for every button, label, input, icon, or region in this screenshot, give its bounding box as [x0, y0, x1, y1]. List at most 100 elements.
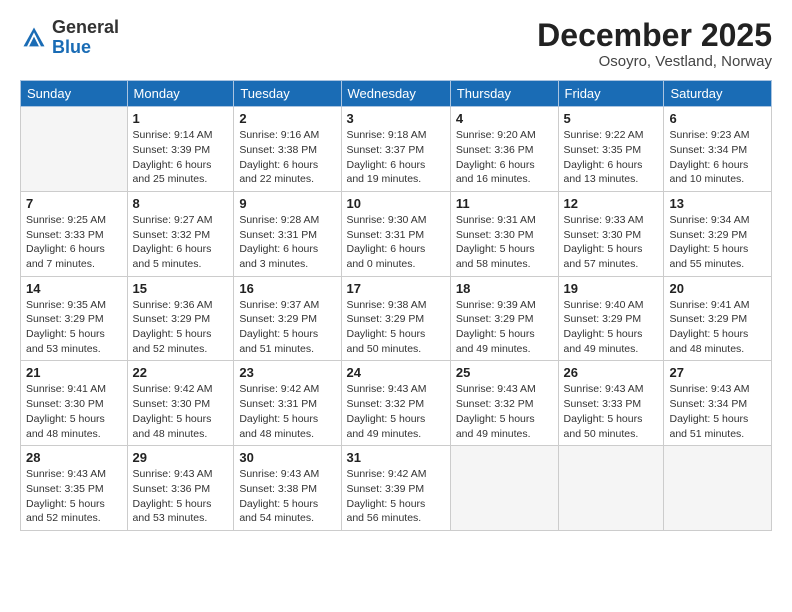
header-sunday: Sunday [21, 81, 128, 107]
week-row-1: 1 Sunrise: 9:14 AM Sunset: 3:39 PM Daylig… [21, 107, 772, 192]
header-tuesday: Tuesday [234, 81, 341, 107]
day-detail: Sunrise: 9:43 AM Sunset: 3:38 PM Dayligh… [239, 467, 335, 526]
day-cell: 30 Sunrise: 9:43 AM Sunset: 3:38 PM Dayli… [234, 446, 341, 531]
day-cell: 26 Sunrise: 9:43 AM Sunset: 3:33 PM Dayli… [558, 361, 664, 446]
day-detail: Sunrise: 9:25 AM Sunset: 3:33 PM Dayligh… [26, 213, 122, 272]
day-cell: 29Sunrise: 9:43 AM Sunset: 3:36 PM Dayli… [127, 446, 234, 531]
day-cell: 22 Sunrise: 9:42 AM Sunset: 3:30 PM Dayli… [127, 361, 234, 446]
day-number: 23 [239, 365, 335, 380]
day-detail: Sunrise: 9:36 AM Sunset: 3:29 PM Dayligh… [133, 298, 229, 357]
day-cell [450, 446, 558, 531]
day-number: 22 [133, 365, 229, 380]
header-friday: Friday [558, 81, 664, 107]
day-cell: 27 Sunrise: 9:43 AM Sunset: 3:34 PM Dayli… [664, 361, 772, 446]
day-detail: Sunrise: 9:37 AM Sunset: 3:29 PM Dayligh… [239, 298, 335, 357]
day-detail: Sunrise: 9:20 AM Sunset: 3:36 PM Dayligh… [456, 128, 553, 187]
location: Osoyro, Vestland, Norway [537, 53, 772, 70]
day-number: 19 [564, 281, 659, 296]
day-cell: 9 Sunrise: 9:28 AM Sunset: 3:31 PM Daylig… [234, 191, 341, 276]
day-cell: 16Sunrise: 9:37 AM Sunset: 3:29 PM Dayli… [234, 276, 341, 361]
day-number: 3 [347, 111, 445, 126]
day-detail: Sunrise: 9:34 AM Sunset: 3:29 PM Dayligh… [669, 213, 766, 272]
day-number: 12 [564, 196, 659, 211]
header: General Blue December 2025 Osoyro, Vestl… [20, 18, 772, 70]
day-cell: 8 Sunrise: 9:27 AM Sunset: 3:32 PM Daylig… [127, 191, 234, 276]
day-number: 17 [347, 281, 445, 296]
day-cell: 11 Sunrise: 9:31 AM Sunset: 3:30 PM Dayli… [450, 191, 558, 276]
day-number: 21 [26, 365, 122, 380]
day-number: 14 [26, 281, 122, 296]
day-detail: Sunrise: 9:41 AM Sunset: 3:30 PM Dayligh… [26, 382, 122, 441]
day-cell: 2Sunrise: 9:16 AM Sunset: 3:38 PM Daylig… [234, 107, 341, 192]
day-detail: Sunrise: 9:43 AM Sunset: 3:36 PM Dayligh… [133, 467, 229, 526]
day-cell [558, 446, 664, 531]
day-number: 1 [133, 111, 229, 126]
day-number: 28 [26, 450, 122, 465]
day-number: 27 [669, 365, 766, 380]
day-cell: 1 Sunrise: 9:14 AM Sunset: 3:39 PM Daylig… [127, 107, 234, 192]
logo-blue-text: Blue [52, 37, 91, 57]
day-number: 30 [239, 450, 335, 465]
day-number: 24 [347, 365, 445, 380]
day-number: 6 [669, 111, 766, 126]
day-cell: 5 Sunrise: 9:22 AM Sunset: 3:35 PM Daylig… [558, 107, 664, 192]
day-detail: Sunrise: 9:22 AM Sunset: 3:35 PM Dayligh… [564, 128, 659, 187]
day-number: 26 [564, 365, 659, 380]
day-number: 25 [456, 365, 553, 380]
day-cell [21, 107, 128, 192]
day-detail: Sunrise: 9:43 AM Sunset: 3:33 PM Dayligh… [564, 382, 659, 441]
week-row-4: 21 Sunrise: 9:41 AM Sunset: 3:30 PM Dayli… [21, 361, 772, 446]
day-cell: 17Sunrise: 9:38 AM Sunset: 3:29 PM Dayli… [341, 276, 450, 361]
day-detail: Sunrise: 9:14 AM Sunset: 3:39 PM Dayligh… [133, 128, 229, 187]
day-number: 10 [347, 196, 445, 211]
weekday-header-row: Sunday Monday Tuesday Wednesday Thursday… [21, 81, 772, 107]
day-number: 4 [456, 111, 553, 126]
calendar-table: Sunday Monday Tuesday Wednesday Thursday… [20, 80, 772, 531]
day-detail: Sunrise: 9:43 AM Sunset: 3:35 PM Dayligh… [26, 467, 122, 526]
day-cell: 31Sunrise: 9:42 AM Sunset: 3:39 PM Dayli… [341, 446, 450, 531]
day-number: 2 [239, 111, 335, 126]
title-block: December 2025 Osoyro, Vestland, Norway [537, 18, 772, 70]
header-wednesday: Wednesday [341, 81, 450, 107]
day-detail: Sunrise: 9:27 AM Sunset: 3:32 PM Dayligh… [133, 213, 229, 272]
day-detail: Sunrise: 9:23 AM Sunset: 3:34 PM Dayligh… [669, 128, 766, 187]
day-number: 8 [133, 196, 229, 211]
day-number: 18 [456, 281, 553, 296]
day-detail: Sunrise: 9:28 AM Sunset: 3:31 PM Dayligh… [239, 213, 335, 272]
day-detail: Sunrise: 9:40 AM Sunset: 3:29 PM Dayligh… [564, 298, 659, 357]
day-number: 11 [456, 196, 553, 211]
day-number: 31 [347, 450, 445, 465]
day-detail: Sunrise: 9:31 AM Sunset: 3:30 PM Dayligh… [456, 213, 553, 272]
header-monday: Monday [127, 81, 234, 107]
day-detail: Sunrise: 9:30 AM Sunset: 3:31 PM Dayligh… [347, 213, 445, 272]
day-cell [664, 446, 772, 531]
day-cell: 18Sunrise: 9:39 AM Sunset: 3:29 PM Dayli… [450, 276, 558, 361]
day-cell: 25 Sunrise: 9:43 AM Sunset: 3:32 PM Dayli… [450, 361, 558, 446]
page-container: General Blue December 2025 Osoyro, Vestl… [0, 0, 792, 541]
day-cell: 24Sunrise: 9:43 AM Sunset: 3:32 PM Dayli… [341, 361, 450, 446]
day-number: 9 [239, 196, 335, 211]
week-row-3: 14 Sunrise: 9:35 AM Sunset: 3:29 PM Dayli… [21, 276, 772, 361]
day-cell: 15Sunrise: 9:36 AM Sunset: 3:29 PM Dayli… [127, 276, 234, 361]
day-number: 5 [564, 111, 659, 126]
day-detail: Sunrise: 9:43 AM Sunset: 3:34 PM Dayligh… [669, 382, 766, 441]
day-detail: Sunrise: 9:35 AM Sunset: 3:29 PM Dayligh… [26, 298, 122, 357]
day-number: 7 [26, 196, 122, 211]
day-cell: 12Sunrise: 9:33 AM Sunset: 3:30 PM Dayli… [558, 191, 664, 276]
day-cell: 7 Sunrise: 9:25 AM Sunset: 3:33 PM Daylig… [21, 191, 128, 276]
day-cell: 10 Sunrise: 9:30 AM Sunset: 3:31 PM Dayli… [341, 191, 450, 276]
day-cell: 28 Sunrise: 9:43 AM Sunset: 3:35 PM Dayli… [21, 446, 128, 531]
day-cell: 23Sunrise: 9:42 AM Sunset: 3:31 PM Dayli… [234, 361, 341, 446]
day-cell: 3 Sunrise: 9:18 AM Sunset: 3:37 PM Daylig… [341, 107, 450, 192]
day-detail: Sunrise: 9:41 AM Sunset: 3:29 PM Dayligh… [669, 298, 766, 357]
day-detail: Sunrise: 9:18 AM Sunset: 3:37 PM Dayligh… [347, 128, 445, 187]
day-cell: 4 Sunrise: 9:20 AM Sunset: 3:36 PM Daylig… [450, 107, 558, 192]
header-thursday: Thursday [450, 81, 558, 107]
month-year: December 2025 [537, 18, 772, 53]
day-detail: Sunrise: 9:43 AM Sunset: 3:32 PM Dayligh… [456, 382, 553, 441]
week-row-2: 7 Sunrise: 9:25 AM Sunset: 3:33 PM Daylig… [21, 191, 772, 276]
logo-general-text: General [52, 17, 119, 37]
day-detail: Sunrise: 9:42 AM Sunset: 3:30 PM Dayligh… [133, 382, 229, 441]
day-cell: 13Sunrise: 9:34 AM Sunset: 3:29 PM Dayli… [664, 191, 772, 276]
day-cell: 6 Sunrise: 9:23 AM Sunset: 3:34 PM Daylig… [664, 107, 772, 192]
